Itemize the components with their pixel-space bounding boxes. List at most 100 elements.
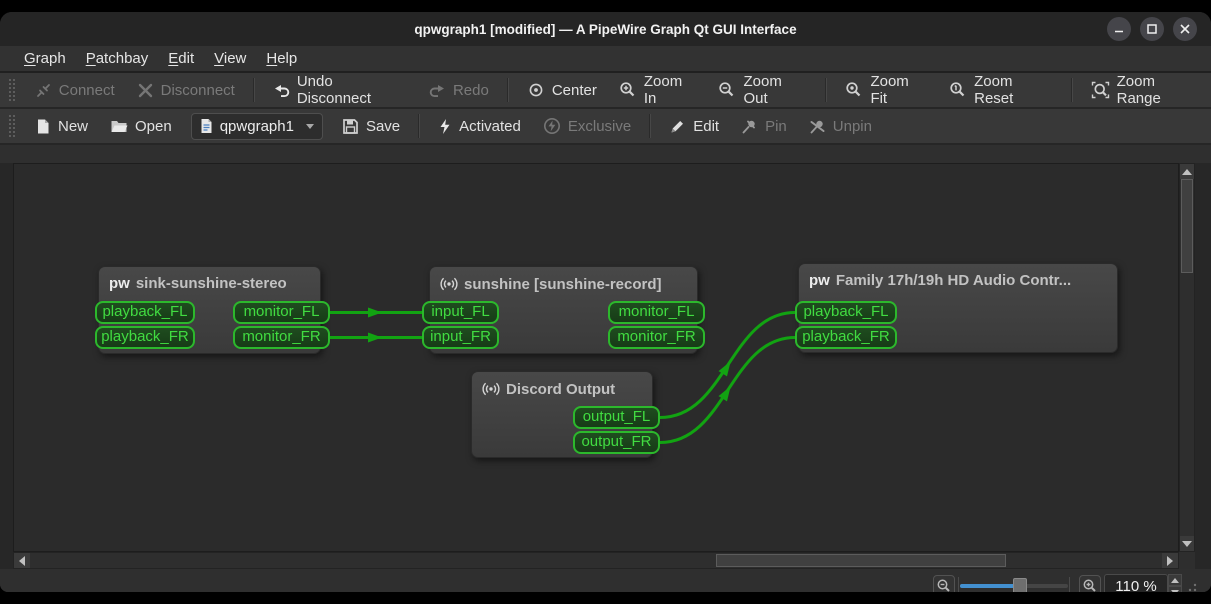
- menu-patchbay[interactable]: Patchbay: [76, 48, 159, 69]
- zoom-out-button[interactable]: Zoom Out: [707, 73, 818, 107]
- scroll-up-button[interactable]: [1180, 164, 1194, 179]
- scroll-right-button[interactable]: [1162, 553, 1178, 568]
- slider-tick: [958, 577, 959, 592]
- arrow-right-icon: [1167, 555, 1173, 566]
- exclusive-button[interactable]: Exclusive: [532, 111, 642, 141]
- new-button[interactable]: New: [24, 111, 99, 141]
- port-playback_FR[interactable]: playback_FR: [95, 326, 195, 349]
- pin-icon: [742, 120, 755, 133]
- spin-down-button[interactable]: [1168, 586, 1182, 592]
- toolbar-patchbay: New Open qpwgraph1 Save Activated Exclus…: [0, 109, 1211, 145]
- vertical-scrollbar[interactable]: [1179, 163, 1195, 552]
- zoom-slider-handle[interactable]: [1013, 578, 1027, 592]
- zoom-spin-arrows: [1168, 574, 1182, 592]
- toolbar-separator: [418, 114, 421, 138]
- zoom-reset-icon: [950, 82, 965, 97]
- slider-tick: [1069, 577, 1070, 592]
- open-folder-icon: [111, 121, 128, 132]
- disconnect-button[interactable]: Disconnect: [126, 75, 246, 105]
- resize-grip[interactable]: [1183, 583, 1197, 592]
- menu-view[interactable]: View: [204, 48, 256, 69]
- arrow-up-icon: [1171, 577, 1179, 583]
- edit-button[interactable]: Edit: [658, 111, 730, 141]
- patchbay-select[interactable]: qpwgraph1: [190, 112, 323, 140]
- port-monitor_FR[interactable]: monitor_FR: [233, 326, 330, 349]
- toolbar-separator: [1070, 78, 1073, 102]
- horizontal-scrollbar[interactable]: [13, 552, 1179, 569]
- redo-icon: [429, 84, 444, 97]
- edit-pencil-icon: [671, 120, 684, 132]
- zoom-spinbox[interactable]: 110 %: [1104, 574, 1168, 592]
- zoom-slider-fill: [960, 584, 1016, 588]
- toolbar-main: Connect Disconnect Undo Disconnect Redo …: [0, 73, 1211, 109]
- vertical-scroll-thumb[interactable]: [1181, 179, 1193, 273]
- zoom-reset-button[interactable]: Zoom Reset: [938, 73, 1064, 107]
- close-button[interactable]: [1173, 17, 1197, 41]
- connection-wires: [328, 307, 797, 444]
- menu-edit[interactable]: Edit: [158, 48, 204, 69]
- redo-button[interactable]: Redo: [418, 75, 500, 105]
- zoom-out-icon: [719, 82, 734, 97]
- spin-up-button[interactable]: [1168, 574, 1182, 586]
- center-icon: [529, 83, 543, 97]
- activated-button[interactable]: Activated: [427, 111, 532, 141]
- menubar: Graph Patchbay Edit View Help: [0, 46, 1211, 73]
- port-playback_FL[interactable]: playback_FL: [95, 301, 195, 324]
- open-button[interactable]: Open: [99, 111, 183, 141]
- zoom-value: 110 %: [1115, 577, 1157, 593]
- unpin-icon: [810, 120, 825, 133]
- window-title: qpwgraph1 [modified] — A PipeWire Graph …: [414, 21, 797, 37]
- port-monitor_FR[interactable]: monitor_FR: [608, 326, 705, 349]
- port-monitor_FL[interactable]: monitor_FL: [233, 301, 330, 324]
- maximize-button[interactable]: [1140, 17, 1164, 41]
- patchbay-select-value: qpwgraph1: [219, 117, 294, 135]
- toolbar-separator: [649, 114, 652, 138]
- port-monitor_FL[interactable]: monitor_FL: [608, 301, 705, 324]
- graph-canvas[interactable]: pw sink-sunshine-stereo sunshine [sunshi…: [13, 163, 1179, 552]
- undo-disconnect-button[interactable]: Undo Disconnect: [262, 73, 418, 107]
- zoom-range-button[interactable]: Zoom Range: [1080, 73, 1211, 107]
- port-playback_FR[interactable]: playback_FR: [795, 326, 897, 349]
- port-output_FR[interactable]: output_FR: [573, 431, 660, 454]
- toolbar-separator: [252, 78, 255, 102]
- pin-button[interactable]: Pin: [730, 111, 798, 141]
- activated-bolt-icon: [440, 118, 450, 134]
- connect-button[interactable]: Connect: [24, 75, 126, 105]
- disconnect-icon: [138, 83, 152, 97]
- scrollbar-corner: [1179, 552, 1195, 569]
- scroll-down-button[interactable]: [1180, 536, 1194, 551]
- canvas-right-margin: [1195, 163, 1211, 569]
- menu-graph[interactable]: Graph: [14, 48, 76, 69]
- menu-help[interactable]: Help: [256, 48, 307, 69]
- arrow-down-icon: [1171, 589, 1179, 592]
- zoom-fit-button[interactable]: Zoom Fit: [834, 73, 938, 107]
- port-input_FR[interactable]: input_FR: [422, 326, 499, 349]
- patchbay-file-icon: [201, 119, 212, 133]
- zoom-fit-icon: [846, 82, 861, 97]
- zoom-in-icon: [1083, 579, 1096, 592]
- toolbar-separator: [825, 78, 828, 102]
- titlebar[interactable]: qpwgraph1 [modified] — A PipeWire Graph …: [0, 12, 1211, 46]
- statusbar-zoom-in-button[interactable]: [1079, 575, 1101, 592]
- minimize-button[interactable]: [1107, 17, 1131, 41]
- zoom-range-icon: [1091, 81, 1109, 99]
- port-playback_FL[interactable]: playback_FL: [795, 301, 897, 324]
- arrow-left-icon: [19, 555, 25, 566]
- unpin-button[interactable]: Unpin: [798, 111, 883, 141]
- save-button[interactable]: Save: [331, 111, 411, 141]
- undo-icon: [274, 84, 290, 97]
- zoom-in-button[interactable]: Zoom In: [608, 73, 708, 107]
- statusbar-zoom-out-button[interactable]: [933, 575, 955, 592]
- toolbar-separator: [506, 78, 509, 102]
- wire-arrow-icon: [368, 332, 382, 343]
- toolbar-drag-handle[interactable]: [8, 114, 16, 138]
- save-icon: [343, 118, 358, 134]
- scroll-left-button[interactable]: [14, 553, 30, 568]
- toolbar-drag-handle[interactable]: [8, 78, 16, 102]
- port-output_FL[interactable]: output_FL: [573, 406, 660, 429]
- center-button[interactable]: Center: [516, 75, 608, 105]
- wire-arrow-icon: [368, 307, 382, 318]
- chevron-down-icon: [305, 123, 314, 129]
- horizontal-scroll-thumb[interactable]: [716, 554, 1006, 567]
- port-input_FL[interactable]: input_FL: [422, 301, 499, 324]
